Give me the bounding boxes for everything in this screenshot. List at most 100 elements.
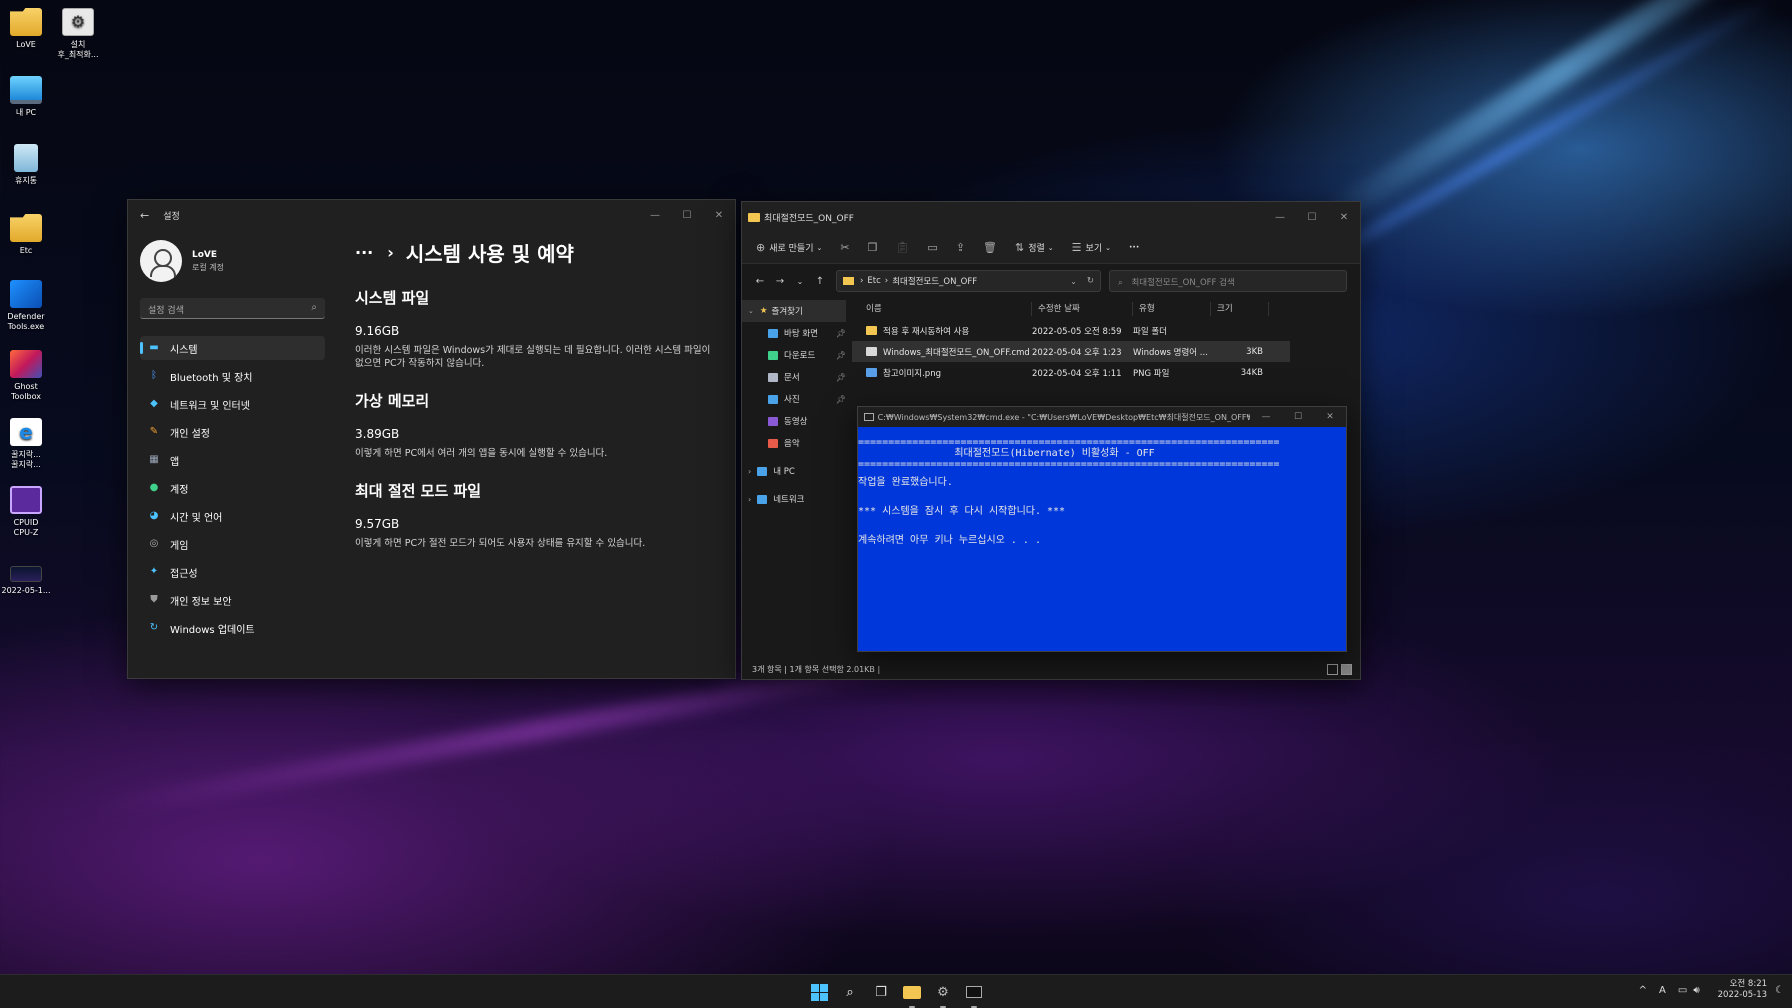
sidebar-item-2[interactable]: ◆ 네트워크 및 인터넷 <box>140 392 325 416</box>
sidebar-item-1[interactable]: ᛒ Bluetooth 및 장치 <box>140 364 325 388</box>
nav-quick-item-3[interactable]: 사진 📌︎ <box>742 388 852 410</box>
minimize-button[interactable]: — <box>639 210 671 221</box>
settings-search-input[interactable]: 설정 검색 ⌕ <box>140 298 325 319</box>
desktop-icon-recycle-bin[interactable]: 휴지통 <box>0 144 52 186</box>
nav-network[interactable]: › 네트워크 <box>742 488 852 510</box>
nav-label: 다운로드 <box>784 351 816 361</box>
minimize-button[interactable]: — <box>1264 212 1296 223</box>
refresh-icon[interactable]: ↻ <box>1087 276 1094 286</box>
more-options-button[interactable]: ··· <box>1129 243 1139 253</box>
sidebar-item-9[interactable]: ⛊ 개인 정보 보안 <box>140 588 325 612</box>
copy-icon[interactable]: ❐ <box>868 241 878 254</box>
breadcrumb-current[interactable]: 최대절전모드_ON_OFF <box>892 275 977 287</box>
volume-icon[interactable]: 🔊︎ <box>1693 985 1699 996</box>
sidebar-item-4[interactable]: ▦ 앱 <box>140 448 325 472</box>
column-size[interactable]: 크기 <box>1211 302 1269 316</box>
table-row[interactable]: Windows_최대절전모드_ON_OFF.cmd 2022-05-04 오후 1… <box>852 341 1290 362</box>
notification-icon[interactable]: ☾ <box>1775 985 1784 996</box>
sort-icon: ⇅ <box>1015 241 1025 254</box>
settings-titlebar[interactable]: ← 설정 — ☐ ✕ <box>128 200 735 230</box>
breadcrumb-etc[interactable]: Etc <box>867 276 880 286</box>
folder-icon <box>903 985 921 999</box>
cut-icon[interactable]: ✂ <box>840 241 849 254</box>
system-tray: ^ A ▭ 🔊︎ 오전 8:21 2022-05-13 ☾ <box>1627 979 1784 1001</box>
nav-quick-item-2[interactable]: 문서 📌︎ <box>742 366 852 388</box>
terminal-button[interactable] <box>963 981 985 1008</box>
windows-logo-icon <box>810 983 828 1001</box>
back-arrow-icon[interactable]: ← <box>140 209 149 222</box>
forward-arrow-icon[interactable]: → <box>770 276 790 287</box>
maximize-button[interactable]: ☐ <box>1296 212 1328 223</box>
recent-chevron-icon[interactable]: ⌄ <box>790 277 810 286</box>
settings-app-button[interactable]: ⚙ <box>932 981 954 1008</box>
column-date[interactable]: 수정한 날짜 <box>1032 302 1133 316</box>
desktop-icon-defender-tools[interactable]: Defender Tools.exe <box>0 280 52 332</box>
console-output[interactable]: ========================================… <box>858 427 1346 546</box>
address-bar[interactable]: › Etc › 최대절전모드_ON_OFF ⌄ ↻ <box>836 270 1101 292</box>
search-button[interactable]: ⌕ <box>839 981 861 1003</box>
rename-icon[interactable]: ▭ <box>927 241 937 254</box>
minimize-button[interactable]: — <box>1250 412 1282 422</box>
back-arrow-icon[interactable]: ← <box>750 276 770 287</box>
sidebar-item-5[interactable]: ● 계정 <box>140 476 325 500</box>
view-button[interactable]: ☰ 보기 ⌄ <box>1072 241 1111 254</box>
chevron-down-icon: ⌄ <box>748 307 754 315</box>
sidebar-item-8[interactable]: ✦ 접근성 <box>140 560 325 584</box>
breadcrumb-more[interactable]: ··· <box>355 243 373 262</box>
column-name[interactable]: 이름 <box>852 302 1032 316</box>
chevron-down-icon: ⌄ <box>816 243 823 252</box>
new-button[interactable]: ⊕ 새로 만들기 ⌄ <box>756 241 822 254</box>
sidebar-item-10[interactable]: ↻ Windows 업데이트 <box>140 616 325 640</box>
desktop-icon-etc[interactable]: Etc <box>0 214 52 256</box>
chevron-down-icon[interactable]: ⌄ <box>1070 277 1077 286</box>
pc-icon <box>10 76 42 104</box>
details-view-icon[interactable] <box>1327 663 1338 675</box>
start-button[interactable] <box>808 981 830 1003</box>
sidebar-item-0[interactable]: ▬ 시스템 <box>140 336 325 360</box>
column-type[interactable]: 유형 <box>1133 302 1211 316</box>
globe-clock-icon: ◕ <box>149 510 159 521</box>
close-button[interactable]: ✕ <box>703 210 735 221</box>
file-explorer-button[interactable] <box>901 981 923 1008</box>
clock[interactable]: 오전 8:21 2022-05-13 <box>1718 979 1767 1001</box>
close-button[interactable]: ✕ <box>1328 212 1360 223</box>
maximize-button[interactable]: ☐ <box>1282 412 1314 422</box>
nav-this-pc[interactable]: › 내 PC <box>742 460 852 482</box>
nav-quick-item-4[interactable]: 동영상 <box>742 410 852 432</box>
folder-icon <box>768 372 778 382</box>
explorer-titlebar[interactable]: 최대절전모드_ON_OFF — ☐ ✕ <box>742 202 1360 232</box>
ghost-toolbox-icon <box>10 350 42 378</box>
desktop-icon-screenshot[interactable]: 2022-05-1... <box>0 558 52 596</box>
apps-icon: ▦ <box>149 454 159 465</box>
share-icon[interactable]: ⇪ <box>956 241 965 254</box>
task-view-button[interactable]: ❐ <box>870 981 892 1003</box>
table-row[interactable]: 참고이미지.png 2022-05-04 오후 1:11 PNG 파일 34KB <box>852 362 1290 383</box>
tray-chevron-icon[interactable]: ^ <box>1639 985 1647 996</box>
desktop-icon-cpuz[interactable]: CPUID CPU-Z <box>0 486 52 538</box>
maximize-button[interactable]: ☐ <box>671 210 703 221</box>
desktop-icon-this-pc[interactable]: 내 PC <box>0 76 52 118</box>
network-icon[interactable]: ▭ <box>1678 985 1687 996</box>
paste-icon[interactable]: 📋︎ <box>895 241 909 254</box>
delete-icon[interactable]: 🗑︎ <box>983 241 997 254</box>
nav-quick-item-5[interactable]: 음악 <box>742 432 852 454</box>
nav-quick-item-0[interactable]: 바탕 화면 📌︎ <box>742 322 852 344</box>
close-button[interactable]: ✕ <box>1314 412 1346 422</box>
sidebar-item-6[interactable]: ◕ 시간 및 언어 <box>140 504 325 528</box>
explorer-search-input[interactable]: ⌕ 최대절전모드_ON_OFF 검색 <box>1109 270 1347 292</box>
tiles-view-icon[interactable] <box>1341 663 1352 675</box>
table-row[interactable]: 적용 후 재시동하여 사용 2022-05-05 오전 8:59 파일 폴더 <box>852 320 1290 341</box>
desktop-icon-optimize[interactable]: ⚙ 설치 후_최적화... <box>52 8 104 60</box>
sidebar-item-3[interactable]: ✎ 개인 설정 <box>140 420 325 444</box>
sort-button[interactable]: ⇅ 정렬 ⌄ <box>1015 241 1054 254</box>
desktop-icon-love[interactable]: LoVE <box>0 8 52 50</box>
sidebar-item-7[interactable]: ◎ 게임 <box>140 532 325 556</box>
desktop-icon-ghost-toolbox[interactable]: Ghost Toolbox <box>0 350 52 402</box>
up-arrow-icon[interactable]: ↑ <box>810 276 830 287</box>
nav-quick-item-1[interactable]: 다운로드 📌︎ <box>742 344 852 366</box>
desktop-icon-shortcut[interactable]: e 꿀지락... 꿀지락... <box>0 418 52 470</box>
ime-indicator[interactable]: A <box>1659 985 1666 996</box>
profile-card[interactable]: LoVE 로컬 계정 <box>140 240 224 282</box>
nav-quick-access[interactable]: ⌄ ★ 즐겨찾기 <box>742 300 846 322</box>
cmd-titlebar[interactable]: C:₩Windows₩System32₩cmd.exe - "C:₩Users₩… <box>858 407 1346 427</box>
